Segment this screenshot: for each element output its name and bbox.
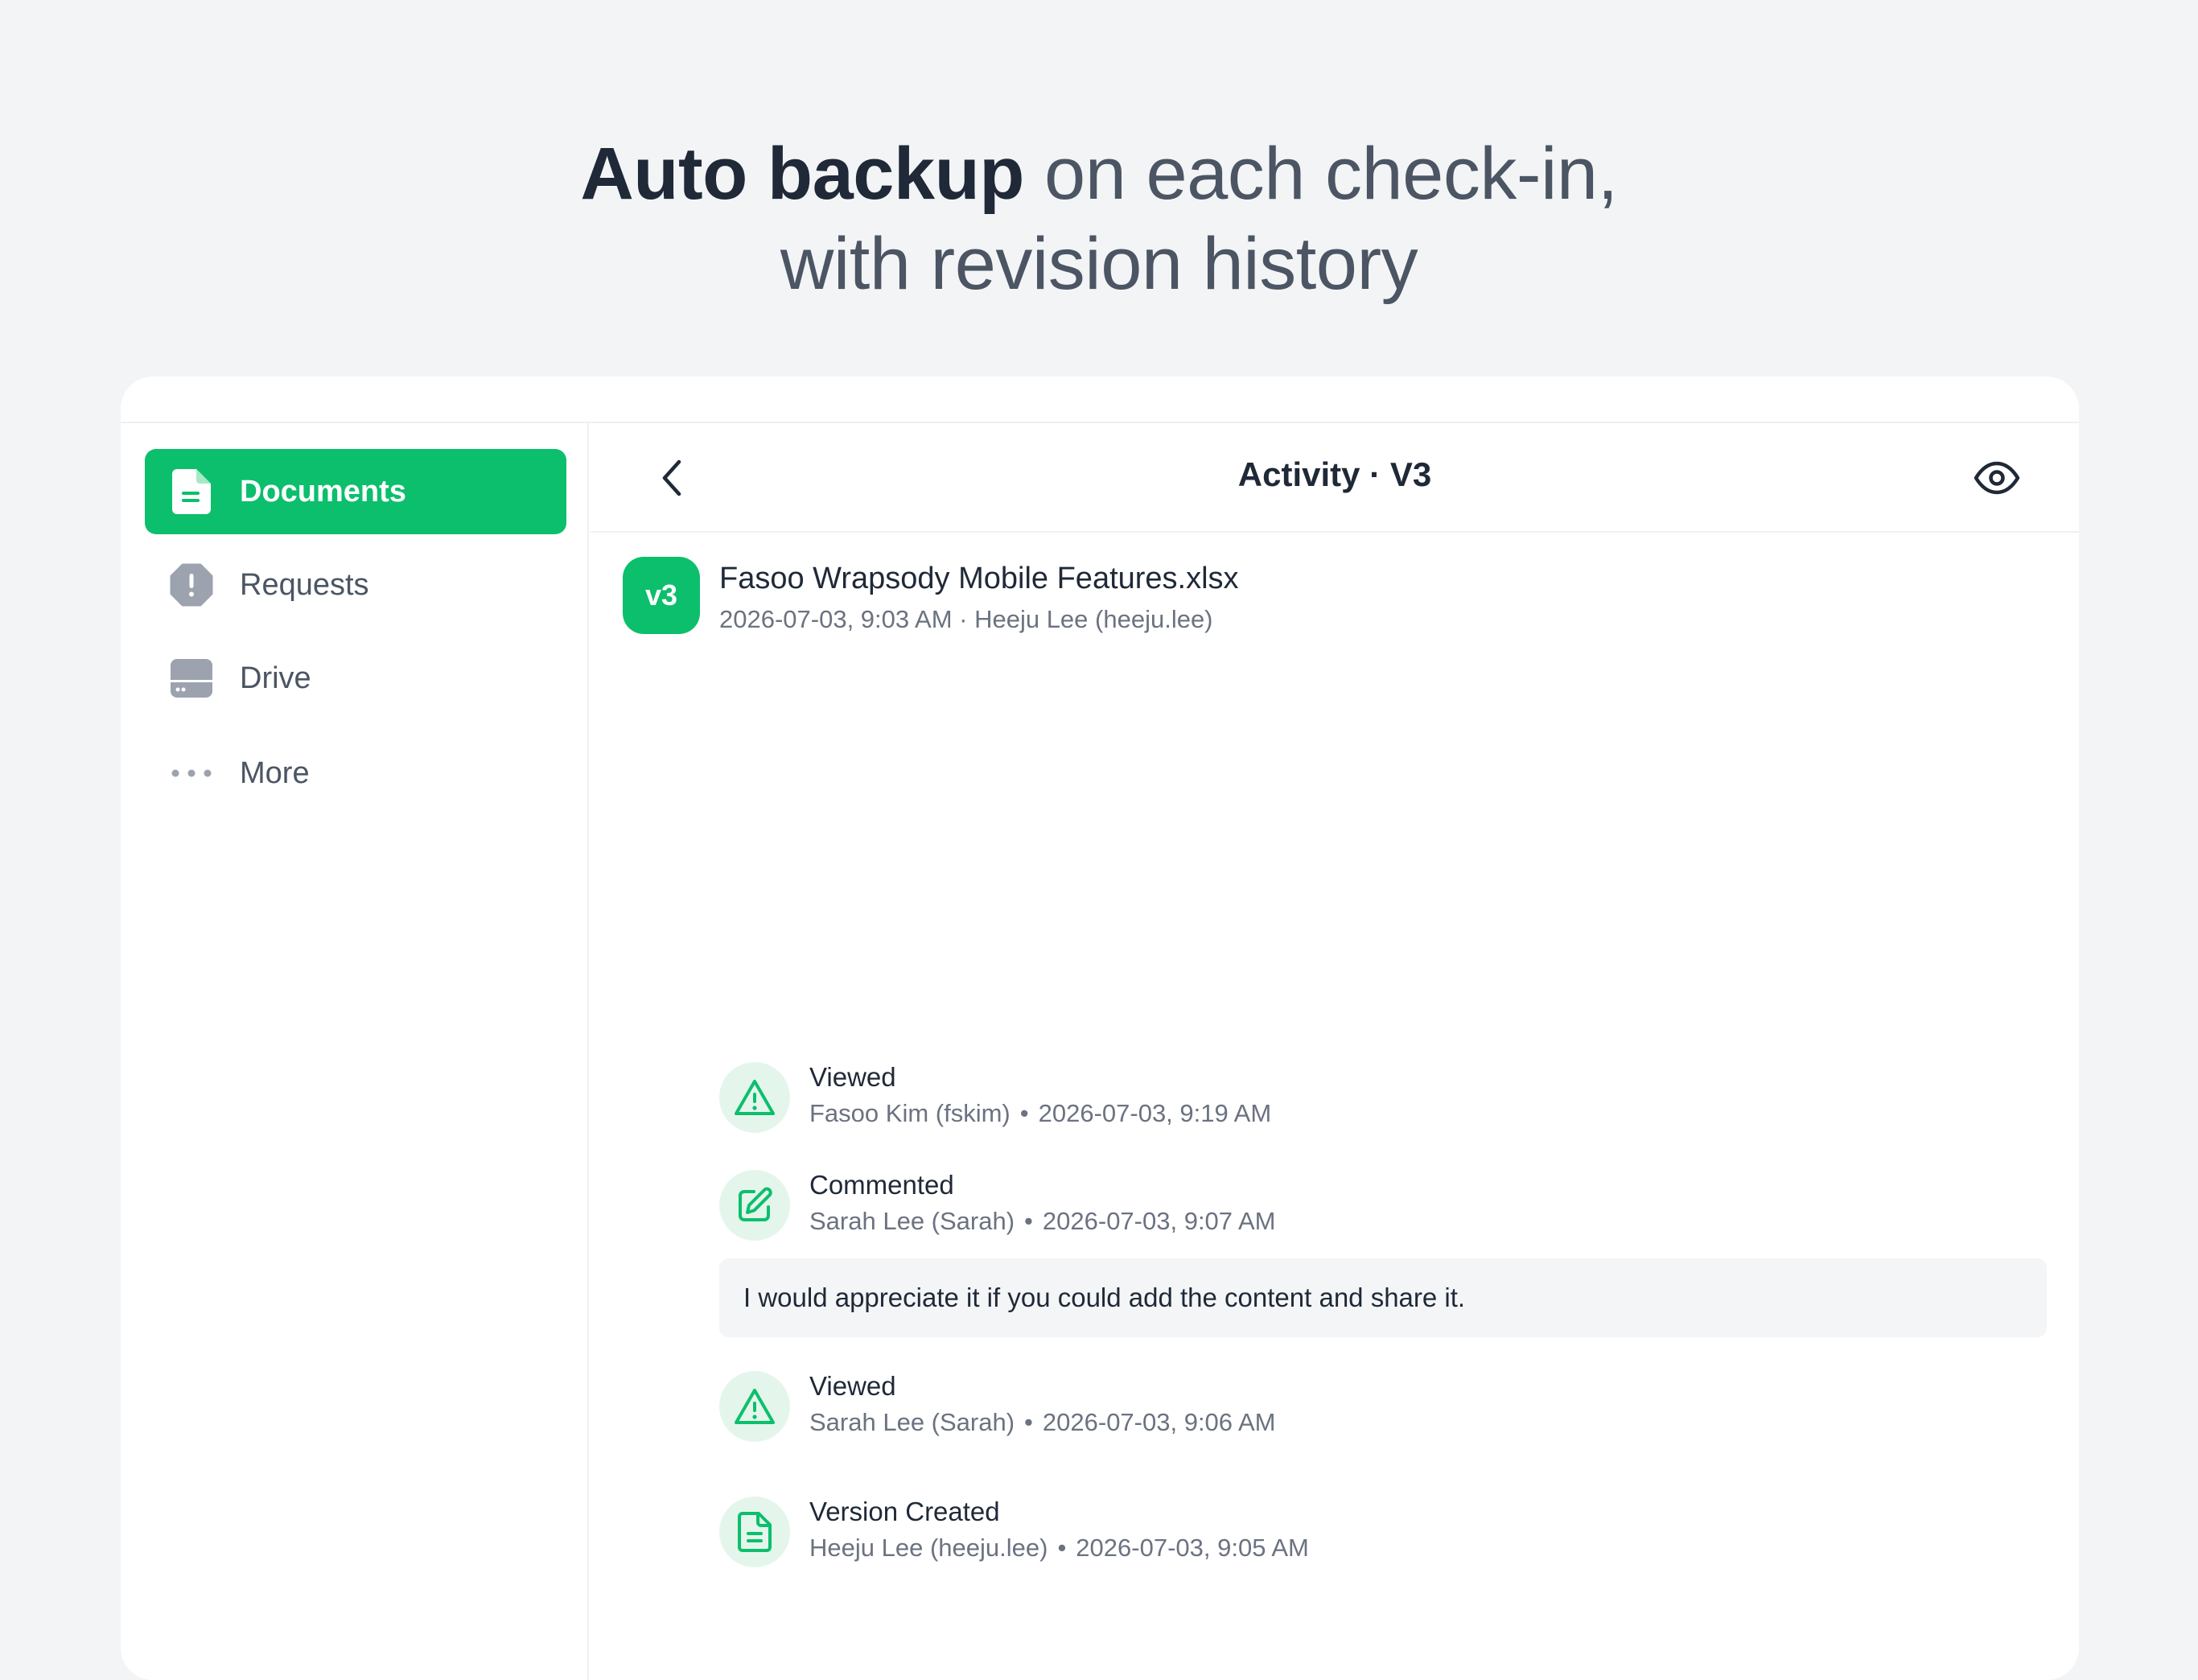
activity-item: Version Created Heeju Lee (heeju.lee) • 20… xyxy=(719,1497,2047,1571)
activity-item: Viewed Sarah Lee (Sarah) • 2026-07-03, 9:0… xyxy=(719,1371,2047,1445)
activity-meta: Fasoo Kim (fskim) • 2026-07-03, 9:19 AM xyxy=(809,1099,1271,1128)
meta-separator: • xyxy=(1019,1099,1029,1127)
file-name: Fasoo Wrapsody Mobile Features.xlsx xyxy=(719,562,1239,595)
activity-panel: Activity · V3 v3 Fasoo Wrapsody Mobile F… xyxy=(591,423,2079,1680)
sidebar-item-label: More xyxy=(240,756,310,790)
headline-strong: Auto backup xyxy=(580,133,1024,215)
document-icon xyxy=(169,469,214,514)
activity-title: Viewed xyxy=(809,1062,896,1092)
activity-user: Sarah Lee (Sarah) xyxy=(809,1408,1015,1436)
activity-item: Commented Sarah Lee (Sarah) • 2026-07-03, … xyxy=(719,1170,2047,1244)
eye-icon xyxy=(1974,461,2020,495)
activity-time: 2026-07-03, 9:19 AM xyxy=(1038,1099,1272,1127)
activity-time: 2026-07-03, 9:06 AM xyxy=(1042,1408,1276,1436)
headline-line-1: Auto backup on each check-in, xyxy=(0,129,2198,219)
activity-meta: Sarah Lee (Sarah) • 2026-07-03, 9:06 AM xyxy=(809,1408,1275,1437)
headline: Auto backup on each check-in, with revis… xyxy=(0,129,2198,309)
status-strip xyxy=(121,377,2079,423)
activity-title: Viewed xyxy=(809,1371,896,1401)
more-dots-icon xyxy=(169,751,214,796)
activity-user: Sarah Lee (Sarah) xyxy=(809,1207,1015,1235)
activity-meta: Heeju Lee (heeju.lee) • 2026-07-03, 9:05 A… xyxy=(809,1534,1309,1563)
meta-separator: • xyxy=(1057,1534,1067,1562)
headline-rest: on each check-in, xyxy=(1023,133,1618,215)
activity-item: Viewed Fasoo Kim (fskim) • 2026-07-03, 9:1… xyxy=(719,1062,2047,1136)
sidebar-item-label: Drive xyxy=(240,661,311,695)
meta-separator: • xyxy=(1024,1207,1033,1235)
activity-user: Fasoo Kim (fskim) xyxy=(809,1099,1011,1127)
drive-icon xyxy=(169,656,214,701)
activity-time: 2026-07-03, 9:07 AM xyxy=(1042,1207,1276,1235)
sidebar: Documents Requests Drive More xyxy=(121,423,589,1680)
headline-line-2: with revision history xyxy=(780,223,1418,305)
activity-time: 2026-07-03, 9:05 AM xyxy=(1076,1534,1309,1562)
sidebar-item-drive[interactable]: Drive xyxy=(145,636,566,721)
activity-user: Heeju Lee (heeju.lee) xyxy=(809,1534,1048,1562)
document-lines-icon xyxy=(719,1497,790,1567)
sidebar-item-label: Documents xyxy=(240,474,406,509)
sidebar-item-requests[interactable]: Requests xyxy=(145,542,566,628)
page-title: Activity · V3 xyxy=(1237,455,1432,493)
warning-triangle-icon xyxy=(719,1062,790,1133)
activity-title: Version Created xyxy=(809,1497,1000,1526)
version-badge: v3 xyxy=(623,557,700,634)
sidebar-item-more[interactable]: More xyxy=(145,731,566,816)
activity-title: Commented xyxy=(809,1170,954,1200)
warning-triangle-icon xyxy=(719,1371,790,1442)
panel-header: Activity · V3 xyxy=(591,423,2079,533)
edit-pen-icon xyxy=(719,1170,790,1241)
sidebar-item-documents[interactable]: Documents xyxy=(145,449,566,534)
sidebar-item-label: Requests xyxy=(240,567,369,602)
file-meta: 2026-07-03, 9:03 AM · Heeju Lee (heeju.l… xyxy=(719,605,1213,633)
app-window: Documents Requests Drive More Activity ·… xyxy=(121,377,2079,1680)
activity-meta: Sarah Lee (Sarah) • 2026-07-03, 9:07 AM xyxy=(809,1207,1275,1236)
alert-octagon-icon xyxy=(169,562,214,607)
comment-text: I would appreciate it if you could add t… xyxy=(719,1258,2047,1337)
meta-separator: • xyxy=(1024,1408,1033,1436)
preview-button[interactable] xyxy=(1971,452,2023,504)
